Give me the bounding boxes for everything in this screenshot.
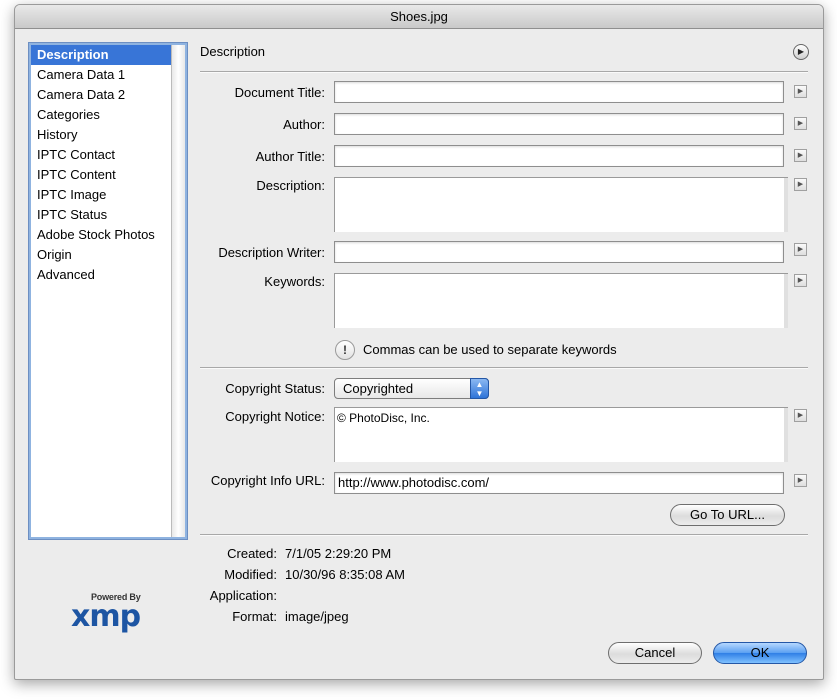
category-list[interactable]: Description Camera Data 1 Camera Data 2 …: [28, 42, 188, 540]
format-value: image/jpeg: [285, 609, 349, 624]
sidebar-item-origin[interactable]: Origin: [31, 245, 171, 265]
description-textarea[interactable]: [334, 177, 788, 232]
description-writer-field[interactable]: [334, 241, 784, 263]
author-field[interactable]: [334, 113, 784, 135]
copyright-url-label: Copyright Info URL:: [210, 473, 325, 488]
copyright-notice-value: © PhotoDisc, Inc.: [337, 411, 430, 425]
document-title-label: Document Title:: [234, 85, 325, 100]
keywords-label: Keywords:: [264, 274, 325, 289]
copyright-status-value: Copyrighted: [343, 381, 414, 396]
exclamation-icon: !: [335, 340, 355, 360]
divider: [200, 534, 808, 536]
author-title-field[interactable]: [334, 145, 784, 167]
sidebar-item-categories[interactable]: Categories: [31, 105, 171, 125]
sidebar-item-camera-data-2[interactable]: Camera Data 2: [31, 85, 171, 105]
sidebar-item-iptc-status[interactable]: IPTC Status: [31, 205, 171, 225]
author-label: Author:: [283, 117, 325, 132]
copyright-url-menu-arrow-icon[interactable]: ▶: [794, 474, 807, 487]
sidebar-item-history[interactable]: History: [31, 125, 171, 145]
sidebar-item-description[interactable]: Description: [31, 45, 171, 65]
description-label: Description:: [256, 178, 325, 193]
chevron-up-down-icon: ▲ ▼: [470, 378, 489, 399]
description-menu-arrow-icon[interactable]: ▶: [794, 178, 807, 191]
copyright-notice-scrollbar[interactable]: [784, 408, 788, 462]
document-title-menu-arrow-icon[interactable]: ▶: [794, 85, 807, 98]
keywords-scrollbar[interactable]: [784, 274, 788, 328]
divider: [200, 367, 808, 369]
xmp-logo: xmp: [71, 599, 141, 634]
author-title-label: Author Title:: [255, 149, 325, 164]
sidebar-item-iptc-content[interactable]: IPTC Content: [31, 165, 171, 185]
copyright-status-label: Copyright Status:: [225, 381, 325, 396]
format-label: Format:: [232, 609, 277, 624]
copyright-notice-menu-arrow-icon[interactable]: ▶: [794, 409, 807, 422]
description-scrollbar[interactable]: [784, 178, 788, 232]
copyright-notice-textarea[interactable]: © PhotoDisc, Inc.: [334, 407, 788, 462]
sidebar-item-iptc-contact[interactable]: IPTC Contact: [31, 145, 171, 165]
file-info-dialog: Shoes.jpg Description Camera Data 1 Came…: [14, 4, 824, 680]
created-value: 7/1/05 2:29:20 PM: [285, 546, 392, 561]
application-label: Application:: [209, 588, 277, 603]
sidebar-item-iptc-image[interactable]: IPTC Image: [31, 185, 171, 205]
panel-title: Description: [200, 44, 266, 59]
circle-play-icon[interactable]: ▶: [793, 44, 809, 60]
window-title: Shoes.jpg: [15, 5, 823, 29]
copyright-status-select[interactable]: Copyrighted ▲ ▼: [334, 378, 489, 399]
modified-label: Modified:: [224, 567, 277, 582]
author-menu-arrow-icon[interactable]: ▶: [794, 117, 807, 130]
copyright-url-field[interactable]: http://www.photodisc.com/: [334, 472, 784, 494]
divider: [200, 71, 808, 73]
sidebar-item-adobe-stock-photos[interactable]: Adobe Stock Photos: [31, 225, 171, 245]
description-writer-label: Description Writer:: [218, 245, 325, 260]
sidebar-item-advanced[interactable]: Advanced: [31, 265, 171, 285]
cancel-button[interactable]: Cancel: [608, 642, 702, 664]
keywords-textarea[interactable]: [334, 273, 788, 328]
sidebar-item-camera-data-1[interactable]: Camera Data 1: [31, 65, 171, 85]
keywords-hint: Commas can be used to separate keywords: [363, 342, 617, 357]
document-title-field[interactable]: [334, 81, 784, 103]
author-title-menu-arrow-icon[interactable]: ▶: [794, 149, 807, 162]
modified-value: 10/30/96 8:35:08 AM: [285, 567, 405, 582]
ok-button[interactable]: OK: [713, 642, 807, 664]
copyright-notice-label: Copyright Notice:: [225, 409, 325, 424]
created-label: Created:: [227, 546, 277, 561]
go-to-url-button[interactable]: Go To URL...: [670, 504, 785, 526]
description-writer-menu-arrow-icon[interactable]: ▶: [794, 243, 807, 256]
keywords-menu-arrow-icon[interactable]: ▶: [794, 274, 807, 287]
